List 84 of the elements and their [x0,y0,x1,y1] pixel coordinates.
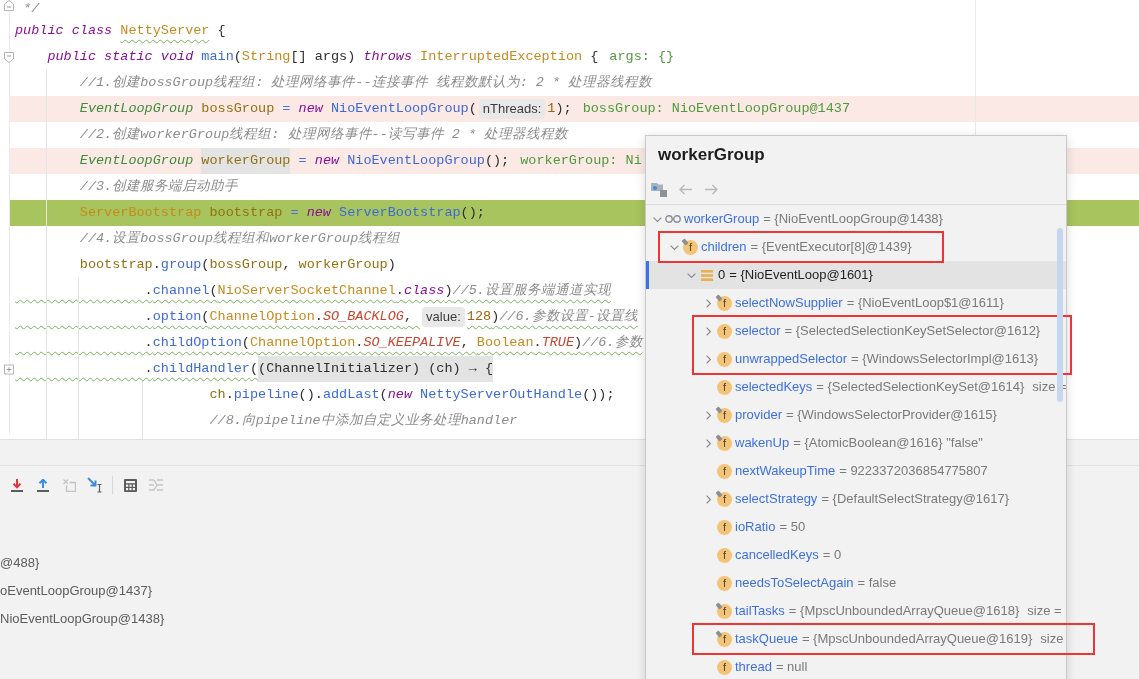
field-icon: f [716,519,732,535]
tree-row[interactable]: workerGroup = {NioEventLoopGroup@1438} [646,205,1066,233]
field-icon: f [716,631,732,647]
parameter-hint: nThreads: [478,99,546,119]
tree-row[interactable]: f selectStrategy = {DefaultSelectStrategy@1617} [646,485,1066,513]
arrow-down-to-line-icon [11,478,23,492]
chevron-down-icon[interactable] [669,244,679,250]
code-text: EventLoopGroup workerGroup = new NioEventLoopGroup(); [15,148,510,174]
chevron-right-icon[interactable] [705,410,711,420]
field-icon: f [716,575,732,591]
chevron-down-icon[interactable] [686,272,696,278]
list-lines-icon [149,479,163,491]
code-text: 1); [547,100,572,118]
code-text: //3.创建服务端启动助手 [78,178,239,196]
tree-row[interactable]: f needsToSelectAgain = false [646,569,1066,597]
arrow-up-from-line-icon [37,478,49,492]
field-icon: f [716,379,732,395]
code-text: .childOption(ChannelOption.SO_KEEPALIVE, Boolean.TRUE)//6.参数 [143,334,643,352]
inline-debug-value: args: {} [609,48,675,66]
tree-row[interactable]: f taskQueue = {MpscUnboundedArrayQueue@1619} size [694,625,1064,653]
field-icon: f [716,603,732,619]
scrollbar-thumb[interactable] [1057,228,1063,402]
code-text: public static void main(String[] args) throws InterruptedException { [46,48,599,66]
code-text: 128)//6.参数设置-设置线 [466,308,638,326]
field-icon: f [716,351,732,367]
code-text: public class NettyServer { [15,22,226,40]
field-icon: f [716,295,732,311]
field-icon: f [716,463,732,479]
code-text: ch.pipeline().addLast(new NettyServerOutHandle()); [208,386,615,404]
variable-row[interactable]: oEventLoopGroup@1437} [0,577,152,605]
tree-row[interactable]: f ioRatio = 50 [646,513,1066,541]
window-dot-icon [651,181,667,197]
view-button[interactable] [651,181,667,197]
chevron-right-icon[interactable] [705,494,711,504]
fold-minus-icon[interactable] [4,0,14,11]
field-icon: f [716,323,732,339]
code-text: EventLoopGroup bossGroup = new NioEventLoopGroup( [78,100,477,118]
field-icon: f [716,435,732,451]
tree-row[interactable]: f selectNowSupplier = {NioEventLoop$1@1611} [646,289,1066,317]
field-icon: f [716,659,732,675]
code-text: */ [22,0,40,18]
fold-minus-icon[interactable] [4,51,14,63]
code-text: //1.创建bossGroup线程组: 处理网络事件--连接事件 线程数默认为: 2 * 处理器线程数 [78,74,653,92]
code-text: bootstrap.group(bossGroup, workerGroup) [78,256,396,274]
variable-row[interactable]: NioEventLoopGroup@1438} [0,605,165,633]
code-text: .channel(NioServerSocketChannel.class)//5.设置服务端通道实现 [143,282,611,300]
arrow-to-cursor-icon [87,477,103,493]
parameter-hint: value: [422,307,465,327]
field-icon: f [716,547,732,563]
chevron-right-icon[interactable] [705,354,711,364]
tree-row[interactable]: f wakenUp = {AtomicBoolean@1616} "false" [646,429,1066,457]
popup-title: workerGroup [657,144,766,167]
inline-debug-value: bossGroup: NioEventLoopGroup@1437 [582,100,850,118]
tree-row[interactable]: f selector = {SelectedSelectionKeySetSelector@1612} [694,317,1041,345]
tree-row[interactable]: f thread = null [646,653,1066,679]
code-text: ServerBootstrap bootstrap = new ServerBootstrap(); [78,204,485,222]
tree-row[interactable]: f nextWakeupTime = 9223372036854775807 [646,457,1066,485]
arrow-right-icon [704,183,718,195]
inline-debug-value: workerGroup: Ni [520,152,642,170]
cross-square-icon [62,478,76,492]
tree-row[interactable]: f provider = {WindowsSelectorProvider@1615} [646,401,1066,429]
tree-row[interactable]: f children = {EventExecutor[8]@1439} [660,233,912,261]
code-text: //4.设置bossGroup线程组和workerGroup线程组 [78,230,401,248]
tree-row[interactable]: f tailTasks = {MpscUnboundedArrayQueue@1618} size = [646,597,1066,625]
chevron-down-icon[interactable] [652,216,662,222]
arrow-left-icon [678,183,692,195]
fold-plus-icon[interactable] [4,363,14,375]
chevron-right-icon[interactable] [705,326,711,336]
code-text: //8.向pipeline中添加自定义业务处理handler [208,412,518,430]
code-text: .option(ChannelOption.SO_BACKLOG, [143,308,413,326]
chevron-right-icon[interactable] [705,438,711,448]
tree-row[interactable]: f unwrappedSelector = {WindowsSelectorImpl@1613} [694,345,1041,373]
field-icon: f [682,239,698,255]
calculator-icon [123,478,137,492]
stacked-bars-icon [701,269,713,281]
tree-row[interactable]: 0 = {NioEventLoop@1601} [646,261,1066,289]
code-text: .childHandler((ChannelInitializer) (ch) → { [15,356,493,382]
variable-row[interactable]: @488} [0,549,40,577]
field-icon: f [716,407,732,423]
tree-row[interactable]: f cancelledKeys = 0 [646,541,1066,569]
chevron-right-icon[interactable] [705,298,711,308]
field-icon: f [716,491,732,507]
code-text: //2.创建workerGroup线程组: 处理网络事件--读写事件 2 * 处理器线程数 [78,126,569,144]
glasses-icon [665,215,681,223]
